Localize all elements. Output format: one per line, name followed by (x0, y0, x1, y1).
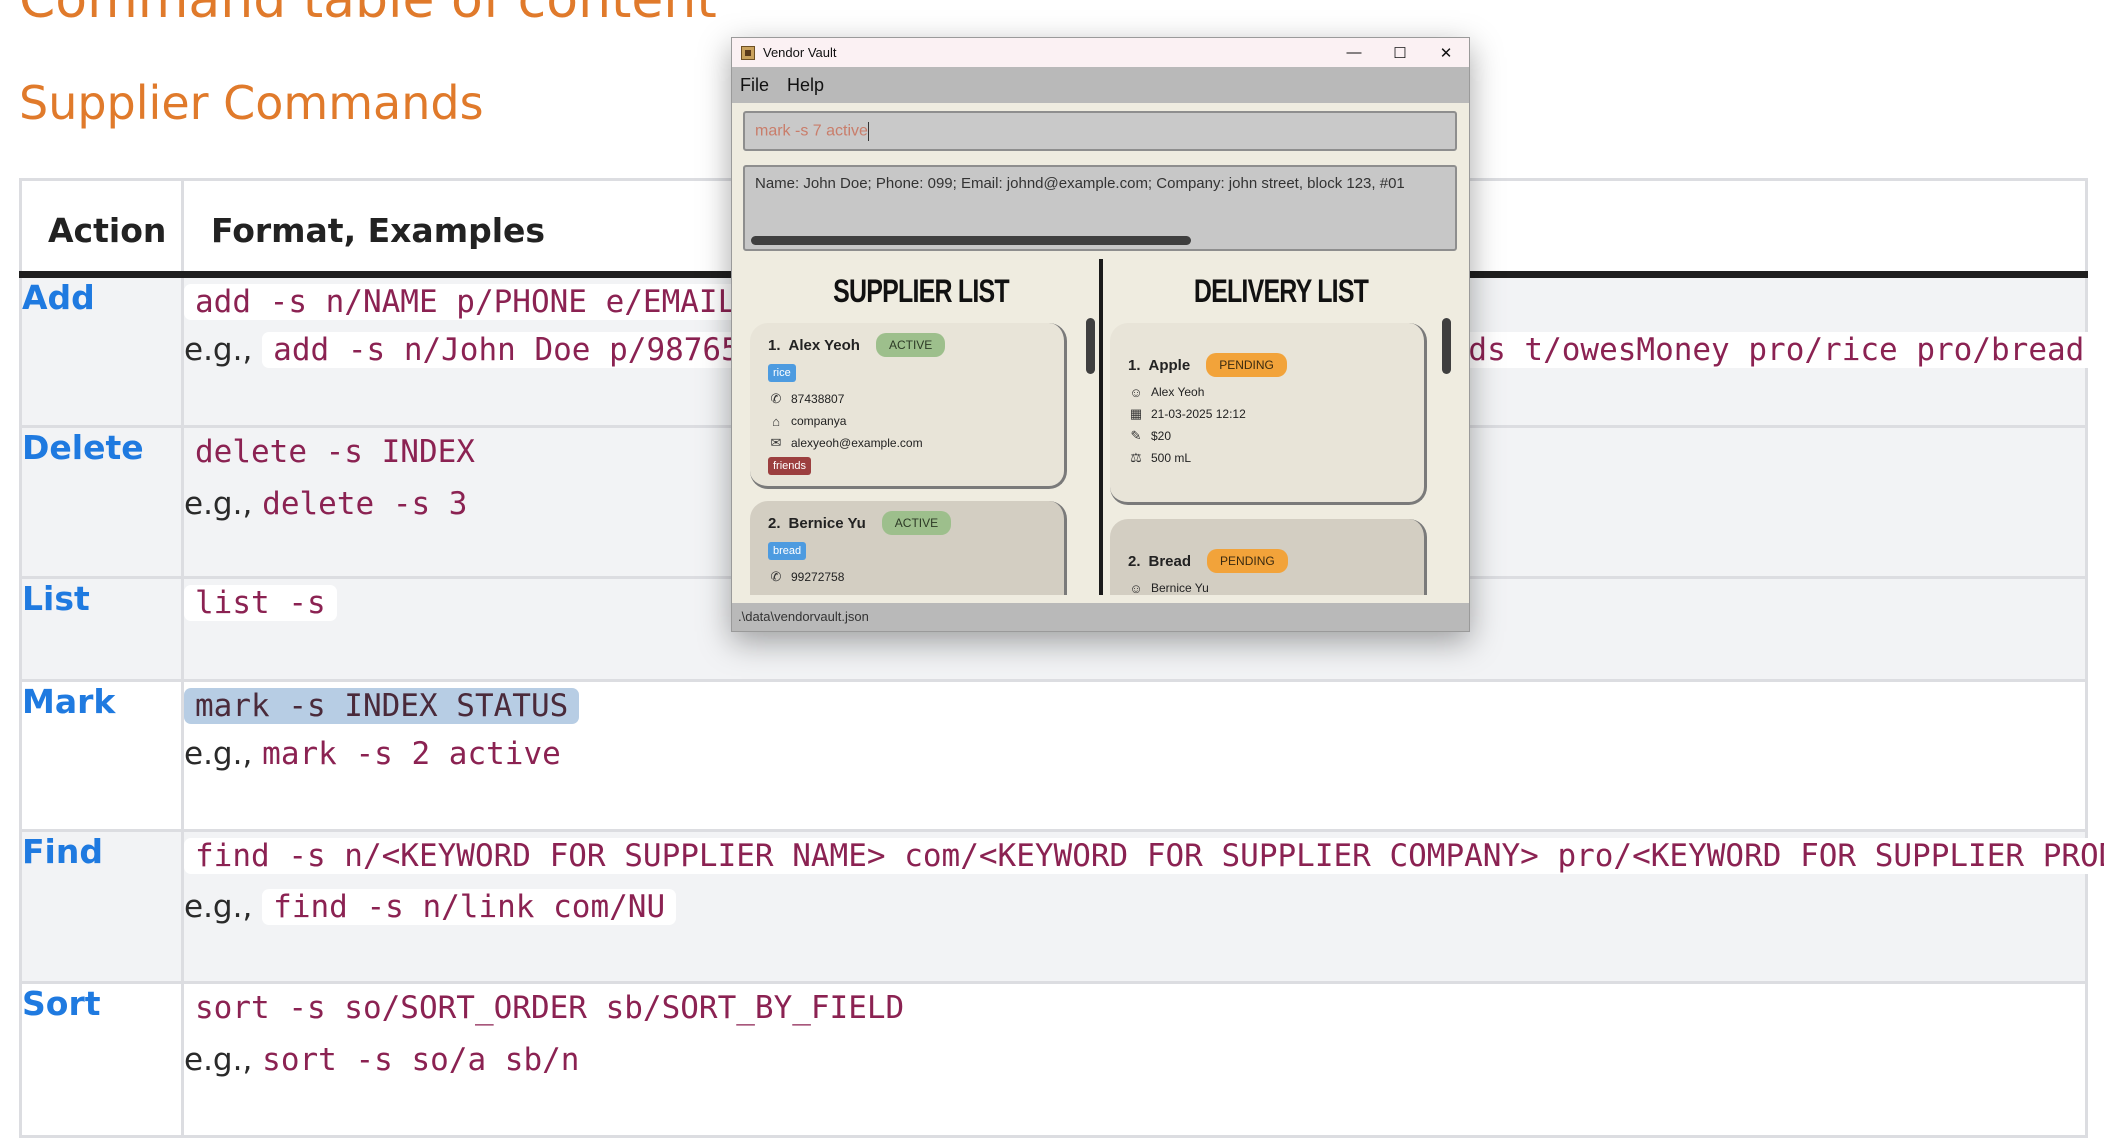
status-badge: ACTIVE (875, 333, 946, 357)
delivery-index: 2. (1128, 552, 1141, 570)
product-tag: bread (768, 542, 807, 560)
page-heading: Command table of content (19, 0, 717, 30)
close-button[interactable]: ✕ (1423, 38, 1469, 67)
supplier-index: 1. (768, 336, 781, 354)
supplier-tag: friends (768, 457, 812, 475)
eg-label: e.g., (184, 332, 253, 368)
action-add: Add (19, 273, 184, 428)
section-heading: Supplier Commands (19, 76, 484, 130)
vendor-vault-window: Vendor Vault — ☐ ✕ File Help mark -s 7 a… (731, 37, 1470, 632)
calendar-icon: ▦ (1129, 406, 1143, 421)
result-text: Name: John Doe; Phone: 099; Email: johnd… (755, 175, 1405, 192)
result-display[interactable]: Name: John Doe; Phone: 099; Email: johnd… (743, 165, 1457, 251)
supplier-phone: 99272758 (791, 570, 845, 584)
action-find: Find (19, 829, 184, 984)
supplier-index: 2. (768, 514, 781, 532)
delivery-index: 1. (1128, 356, 1141, 374)
company-icon: ⌂ (772, 413, 780, 429)
title-bar[interactable]: Vendor Vault — ☐ ✕ (732, 38, 1469, 67)
delivery-card[interactable]: 1. Apple PENDING ☺ Alex Yeoh ▦ 21-03-2025 … (1110, 323, 1427, 505)
command-input-text: mark -s 7 active (755, 122, 868, 140)
money-icon: ✎ (1130, 428, 1142, 443)
window-title: Vendor Vault (763, 45, 837, 60)
format-code: list -s (184, 585, 337, 621)
delivery-name: Apple (1148, 356, 1191, 374)
supplier-card[interactable]: 1. Alex Yeoh ACTIVE rice ✆ 87438807 ⌂ comp… (750, 323, 1067, 489)
delivery-cost: $20 (1151, 429, 1172, 443)
supplier-list-panel: SUPPLIER LIST 1. Alex Yeoh ACTIVE rice ✆… (743, 259, 1099, 595)
delivery-list-scrollbar[interactable] (1442, 318, 1451, 374)
status-bar: .\data\vendorvault.json (732, 603, 1469, 631)
person-icon: ☺ (1129, 384, 1143, 400)
table-row: Find find -s n/<KEYWORD FOR SUPPLIER NAM… (19, 829, 2104, 984)
package-icon: ⚖ (1130, 450, 1142, 465)
column-header-action: Action (19, 178, 184, 278)
supplier-list-scrollbar[interactable] (1086, 318, 1095, 374)
supplier-list-title: SUPPLIER LIST (833, 273, 1009, 309)
action-list: List (19, 576, 184, 682)
person-icon: ☺ (1129, 580, 1143, 596)
phone-icon: ✆ (770, 569, 782, 584)
format-code: sort -s so/SORT_ORDER sb/SORT_BY_FIELD (195, 990, 905, 1026)
eg-label: e.g., (184, 1042, 253, 1078)
menu-help[interactable]: Help (787, 75, 824, 96)
delivery-list-title: DELIVERY LIST (1193, 273, 1369, 309)
eg-label: e.g., (184, 889, 253, 925)
format-cell: mark -s INDEX STATUS e.g., mark -s 2 act… (181, 679, 2088, 832)
example-code: mark -s 2 active (262, 736, 561, 772)
minimize-button[interactable]: — (1331, 38, 1377, 67)
menu-bar: File Help (732, 67, 1469, 103)
eg-label: e.g., (184, 736, 253, 772)
delivery-supplier: Alex Yeoh (1151, 385, 1205, 399)
text-caret (867, 122, 869, 141)
supplier-email: alexyeoh@example.com (791, 436, 923, 450)
action-mark: Mark (19, 679, 184, 832)
supplier-name: Bernice Yu (788, 514, 866, 532)
supplier-card[interactable]: 2. Bernice Yu ACTIVE bread ✆ 99272758 (750, 501, 1067, 595)
phone-icon: ✆ (770, 391, 782, 406)
horizontal-scrollbar[interactable] (751, 236, 1191, 245)
table-row: Sort sort -s so/SORT_ORDER sb/SORT_BY_FI… (19, 981, 2088, 1138)
status-badge: ACTIVE (881, 511, 952, 535)
example-code-tail: nds t/owesMoney pro/rice pro/bread (1438, 332, 2096, 368)
status-badge: PENDING (1207, 549, 1288, 573)
supplier-name: Alex Yeoh (788, 336, 860, 354)
email-icon: ✉ (770, 435, 782, 450)
supplier-phone: 87438807 (791, 392, 845, 406)
product-tag: rice (768, 364, 796, 382)
table-row: Mark mark -s INDEX STATUS e.g., mark -s … (19, 679, 2088, 832)
example-code: delete -s 3 (262, 486, 468, 522)
format-code: add -s n/NAME p/PHONE e/EMAIL (184, 284, 748, 320)
delivery-name: Bread (1148, 552, 1192, 570)
delivery-list-panel: DELIVERY LIST 1. Apple PENDING ☺ Alex Yeo… (1103, 259, 1459, 595)
maximize-button[interactable]: ☐ (1377, 38, 1423, 67)
action-sort: Sort (19, 981, 184, 1138)
list-panels: SUPPLIER LIST 1. Alex Yeoh ACTIVE rice ✆… (743, 259, 1461, 595)
delivery-supplier: Bernice Yu (1151, 581, 1209, 595)
example-code: add -s n/John Doe p/98765 (262, 332, 751, 368)
format-code-selected: mark -s INDEX STATUS (184, 688, 580, 724)
delivery-quantity: 500 mL (1151, 451, 1192, 465)
command-input[interactable]: mark -s 7 active (743, 111, 1457, 151)
eg-label: e.g., (184, 486, 253, 522)
action-delete: Delete (19, 425, 184, 579)
format-code: delete -s INDEX (195, 434, 475, 470)
supplier-company: companya (791, 414, 847, 428)
delivery-card[interactable]: 2. Bread PENDING ☺ Bernice Yu (1110, 519, 1427, 595)
delivery-date: 21-03-2025 12:12 (1151, 407, 1246, 421)
format-code: find -s n/<KEYWORD FOR SUPPLIER NAME> co… (184, 838, 2104, 874)
status-badge: PENDING (1206, 353, 1287, 377)
menu-file[interactable]: File (740, 75, 769, 96)
format-cell: sort -s so/SORT_ORDER sb/SORT_BY_FIELD e… (181, 981, 2088, 1138)
example-code: find -s n/link com/NU (262, 889, 677, 925)
example-code: sort -s so/a sb/n (262, 1042, 580, 1078)
app-icon (741, 45, 755, 60)
format-cell: find -s n/<KEYWORD FOR SUPPLIER NAME> co… (181, 829, 2104, 984)
